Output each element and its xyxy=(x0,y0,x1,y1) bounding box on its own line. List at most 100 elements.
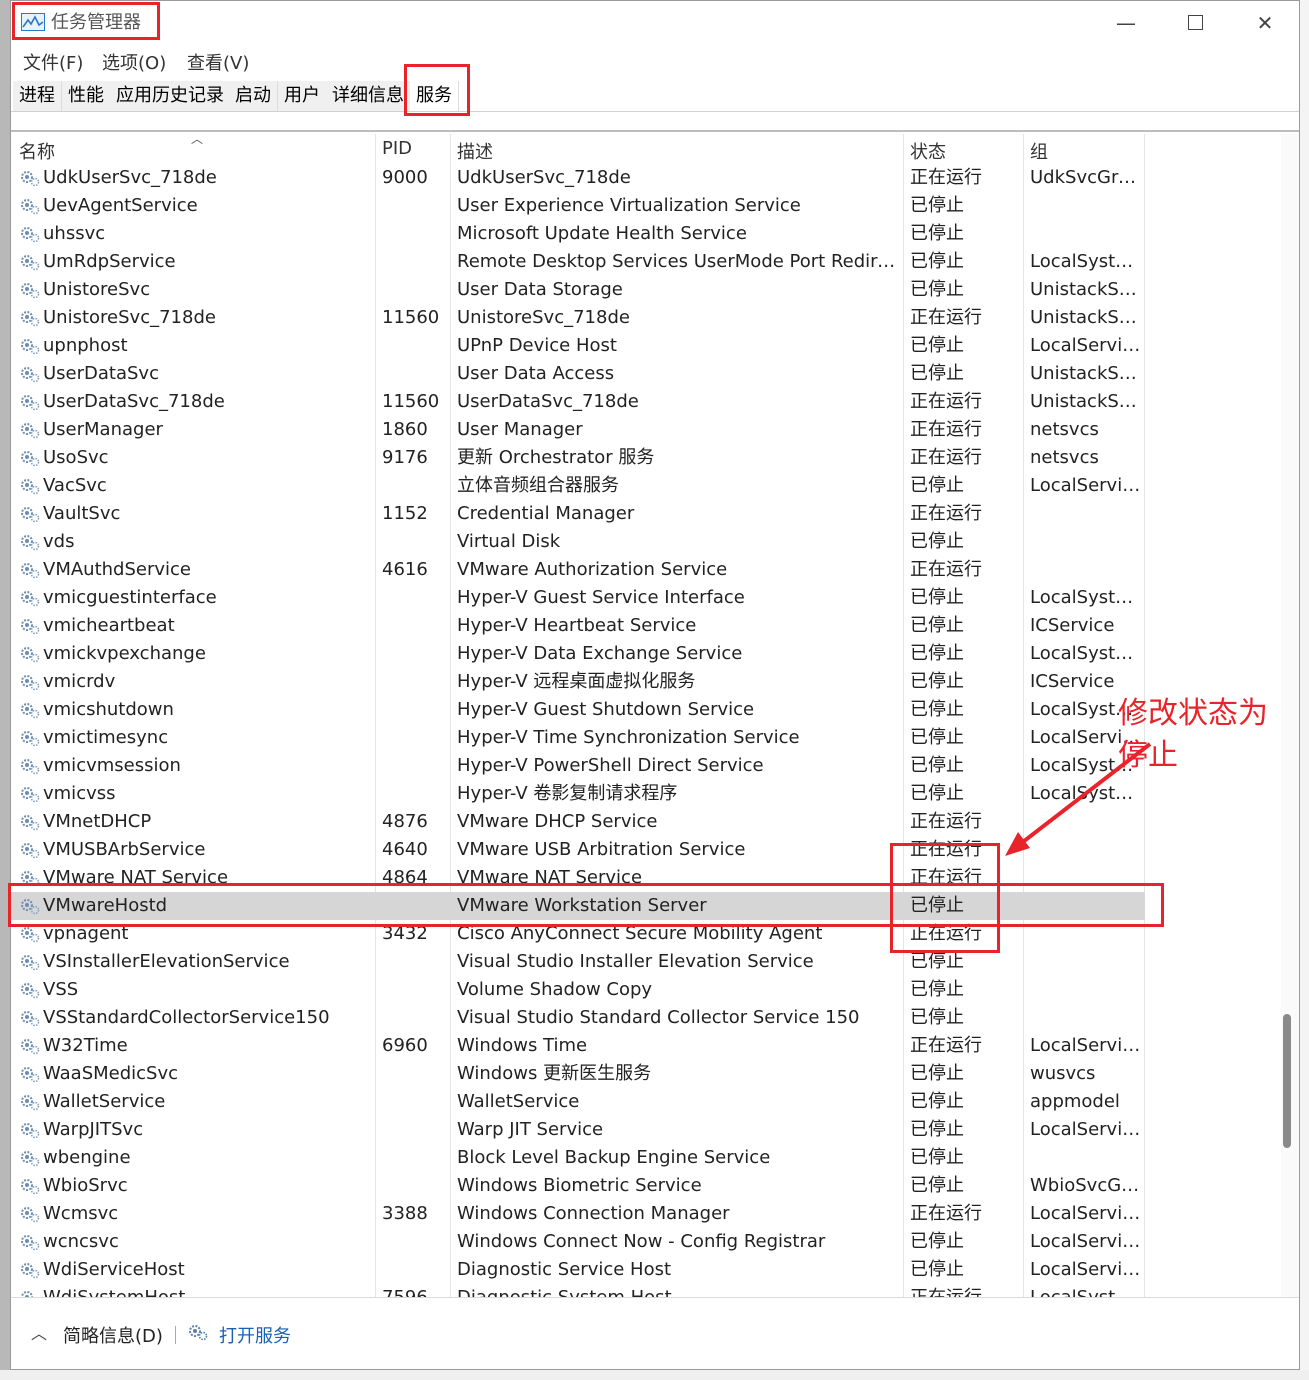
table-row[interactable]: WdiSystemHost 7596 Diagnostic System Host 正… xyxy=(11,1284,1145,1297)
service-group: UnistackSv... xyxy=(1030,391,1142,412)
table-row[interactable]: WbioSrvc Windows Biometric Service 已停止 Wbio… xyxy=(11,1172,1145,1200)
close-button[interactable]: ✕ xyxy=(1245,9,1285,37)
service-pid: 9176 xyxy=(382,447,428,468)
table-row[interactable]: W32Time 6960 Windows Time 正在运行 LocalService xyxy=(11,1032,1145,1060)
menu-file[interactable]: 文件(F) xyxy=(23,49,83,75)
background-right-strip xyxy=(1300,0,1309,1380)
table-row[interactable]: UserDataSvc_718de 11560 UserDataSvc_718de 正… xyxy=(11,388,1145,416)
service-description: VMware USB Arbitration Service xyxy=(457,839,746,860)
service-status: 已停止 xyxy=(910,587,964,608)
table-row[interactable]: vmicguestinterface Hyper-V Guest Service … xyxy=(11,584,1145,612)
column-header-pid[interactable]: PID xyxy=(382,138,412,159)
annotation-text-line1: 修改状态为 xyxy=(1118,696,1268,731)
menu-view[interactable]: 查看(V) xyxy=(187,49,249,75)
title-bar[interactable]: 任务管理器 — ✕ xyxy=(11,1,1299,45)
table-row[interactable]: wcncsvc Windows Connect Now - Config Regi… xyxy=(11,1228,1145,1256)
vertical-scrollbar[interactable] xyxy=(1281,134,1299,1297)
table-row[interactable]: VacSvc 立体音频组合器服务 已停止 LocalServic... xyxy=(11,472,1145,500)
table-row[interactable]: wbengine Block Level Backup Engine Servic… xyxy=(11,1144,1145,1172)
table-row[interactable]: UnistoreSvc_718de 11560 UnistoreSvc_718de 正… xyxy=(11,304,1145,332)
table-row[interactable]: Wcmsvc 3388 Windows Connection Manager 正在运行… xyxy=(11,1200,1145,1228)
service-status: 正在运行 xyxy=(910,447,982,468)
column-header-description[interactable]: 描述 xyxy=(457,138,493,164)
table-row[interactable]: UdkUserSvc_718de 9000 UdkUserSvc_718de 正在运行… xyxy=(11,164,1145,192)
menu-options[interactable]: 选项(O) xyxy=(102,49,166,75)
minimize-button[interactable]: — xyxy=(1106,9,1146,37)
table-row[interactable]: WarpJITSvc Warp JIT Service 已停止 LocalServic… xyxy=(11,1116,1145,1144)
service-gear-icon xyxy=(19,504,41,524)
open-services-link[interactable]: 打开服务 xyxy=(219,1322,291,1348)
table-row[interactable]: WaaSMedicSvc Windows 更新医生服务 已停止 wusvcs xyxy=(11,1060,1145,1088)
service-group: LocalServic... xyxy=(1030,1231,1142,1252)
service-gear-icon xyxy=(19,812,41,832)
tab-app-history[interactable]: 应用历史记录 xyxy=(110,81,231,111)
service-status: 已停止 xyxy=(910,1231,964,1252)
service-description: Windows Time xyxy=(457,1035,588,1056)
service-gear-icon xyxy=(19,1260,41,1280)
column-header-status[interactable]: 状态 xyxy=(910,138,946,164)
service-group: netsvcs xyxy=(1030,447,1099,468)
table-row[interactable]: UmRdpService Remote Desktop Services User… xyxy=(11,248,1145,276)
table-row[interactable]: UevAgentService User Experience Virtualiz… xyxy=(11,192,1145,220)
table-row[interactable]: uhssvc Microsoft Update Health Service 已停止 xyxy=(11,220,1145,248)
fewer-details-button[interactable]: 简略信息(D) xyxy=(63,1322,163,1348)
tab-startup[interactable]: 启动 xyxy=(229,81,278,111)
table-row[interactable]: vmickvpexchange Hyper-V Data Exchange Ser… xyxy=(11,640,1145,668)
column-header-group[interactable]: 组 xyxy=(1030,138,1048,164)
chevron-up-icon[interactable]: ︿ xyxy=(31,1320,47,1344)
service-name: UserManager xyxy=(43,419,163,440)
service-name: UevAgentService xyxy=(43,195,198,216)
service-description: VMware DHCP Service xyxy=(457,811,658,832)
column-header-name[interactable]: 名称 xyxy=(19,138,55,164)
table-row[interactable]: vds Virtual Disk 已停止 xyxy=(11,528,1145,556)
table-row[interactable]: VaultSvc 1152 Credential Manager 正在运行 xyxy=(11,500,1145,528)
service-name: WalletService xyxy=(43,1091,166,1112)
table-row[interactable]: VSS Volume Shadow Copy 已停止 xyxy=(11,976,1145,1004)
table-row[interactable]: vmicheartbeat Hyper-V Heartbeat Service 已停… xyxy=(11,612,1145,640)
service-group: LocalService xyxy=(1030,1035,1142,1056)
service-status: 已停止 xyxy=(910,979,964,1000)
scrollbar-thumb[interactable] xyxy=(1283,1014,1291,1148)
service-status: 正在运行 xyxy=(910,307,982,328)
table-row[interactable]: vmicvmsession Hyper-V PowerShell Direct S… xyxy=(11,752,1145,780)
service-name: wbengine xyxy=(43,1147,131,1168)
table-row[interactable]: VMAuthdService 4616 VMware Authorization S… xyxy=(11,556,1145,584)
service-gear-icon xyxy=(19,1120,41,1140)
table-row[interactable]: VSStandardCollectorService150 Visual Stud… xyxy=(11,1004,1145,1032)
table-row[interactable]: WdiServiceHost Diagnostic Service Host 已停止… xyxy=(11,1256,1145,1284)
table-row[interactable]: WalletService WalletService 已停止 appmodel xyxy=(11,1088,1145,1116)
table-row[interactable]: vmicrdv Hyper-V 远程桌面虚拟化服务 已停止 ICService xyxy=(11,668,1145,696)
table-row[interactable]: UnistoreSvc User Data Storage 已停止 UnistackS… xyxy=(11,276,1145,304)
service-gear-icon xyxy=(19,756,41,776)
background-left-strip xyxy=(0,0,10,1380)
table-row[interactable]: upnphost UPnP Device Host 已停止 LocalServic..… xyxy=(11,332,1145,360)
service-status: 已停止 xyxy=(910,1175,964,1196)
service-pid: 3388 xyxy=(382,1203,428,1224)
maximize-button[interactable] xyxy=(1175,9,1215,37)
service-status: 已停止 xyxy=(910,671,964,692)
tab-details[interactable]: 详细信息 xyxy=(326,81,411,111)
tab-users[interactable]: 用户 xyxy=(278,81,327,111)
service-group: ICService xyxy=(1030,615,1115,636)
table-row[interactable]: vmictimesync Hyper-V Time Synchronization… xyxy=(11,724,1145,752)
table-row[interactable]: vmicshutdown Hyper-V Guest Shutdown Servi… xyxy=(11,696,1145,724)
service-description: Hyper-V Data Exchange Service xyxy=(457,643,743,664)
tab-performance[interactable]: 性能 xyxy=(62,81,111,111)
service-pid: 1860 xyxy=(382,419,428,440)
table-row[interactable]: vmicvss Hyper-V 卷影复制请求程序 已停止 LocalSyste... xyxy=(11,780,1145,808)
service-group: LocalSyste... xyxy=(1030,251,1142,272)
service-gear-icon xyxy=(19,1176,41,1196)
table-row[interactable]: UsoSvc 9176 更新 Orchestrator 服务 正在运行 netsvcs xyxy=(11,444,1145,472)
service-gear-icon xyxy=(19,1036,41,1056)
tab-processes[interactable]: 进程 xyxy=(13,81,62,111)
table-row[interactable]: UserManager 1860 User Manager 正在运行 netsvcs xyxy=(11,416,1145,444)
table-row[interactable]: UserDataSvc User Data Access 已停止 UnistackSv… xyxy=(11,360,1145,388)
service-gear-icon xyxy=(19,1148,41,1168)
service-gear-icon xyxy=(19,336,41,356)
service-name: vmickvpexchange xyxy=(43,643,206,664)
service-description: Warp JIT Service xyxy=(457,1119,604,1140)
service-name: VSInstallerElevationService xyxy=(43,951,290,972)
service-name: VMnetDHCP xyxy=(43,811,152,832)
service-status: 已停止 xyxy=(910,1119,964,1140)
table-row[interactable]: VMnetDHCP 4876 VMware DHCP Service 正在运行 xyxy=(11,808,1145,836)
